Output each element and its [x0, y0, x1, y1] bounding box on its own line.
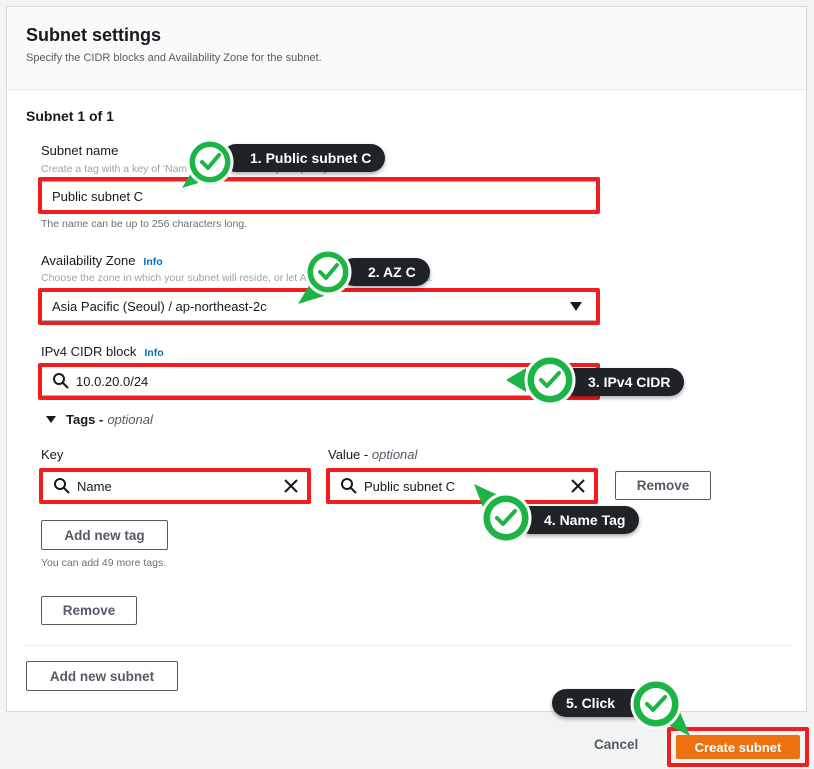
- tag-value-input[interactable]: Public subnet C: [329, 471, 595, 501]
- subnet-name-footer: The name can be up to 256 characters lon…: [41, 218, 248, 230]
- az-value: Asia Pacific (Seoul) / ap-northeast-2c: [52, 298, 267, 314]
- tag-value-label: Value - optional: [328, 447, 417, 462]
- callout-step-4: 4. Name Tag: [516, 506, 640, 534]
- cidr-info-link[interactable]: Info: [144, 347, 163, 359]
- cidr-label-text: IPv4 CIDR block: [41, 344, 137, 359]
- page-description: Specify the CIDR blocks and Availability…: [26, 52, 322, 64]
- cidr-label: IPv4 CIDR block Info: [41, 344, 164, 359]
- cidr-value: 10.0.20.0/24: [76, 373, 149, 389]
- tag-value-optional: optional: [371, 447, 418, 462]
- tag-limit-text: You can add 49 more tags.: [41, 557, 167, 569]
- search-icon: [341, 478, 357, 494]
- caret-down-icon: [46, 416, 56, 423]
- card-header: Subnet settings Specify the CIDR blocks …: [7, 7, 806, 90]
- search-icon: [54, 478, 70, 494]
- tags-optional: optional: [107, 412, 153, 427]
- subnet-name-value: Public subnet C: [52, 188, 144, 204]
- check-icon: [298, 248, 352, 304]
- check-icon: [474, 484, 532, 544]
- add-new-tag-button[interactable]: Add new tag: [41, 520, 168, 550]
- check-icon: [506, 354, 576, 406]
- search-icon: [53, 373, 69, 389]
- subnet-name-label: Subnet name: [41, 143, 119, 158]
- check-icon: [630, 678, 690, 736]
- az-label-text: Availability Zone: [41, 253, 136, 268]
- page-title: Subnet settings: [26, 25, 162, 45]
- subnet-heading: Subnet 1 of 1: [26, 108, 114, 124]
- tag-key-value: Name: [77, 478, 112, 494]
- tag-value-label-text: Value -: [328, 447, 369, 462]
- chevron-down-icon: [570, 302, 582, 311]
- tags-title: Tags -: [66, 412, 104, 427]
- tag-key-input[interactable]: Name: [42, 471, 308, 501]
- remove-tag-button[interactable]: Remove: [615, 471, 711, 500]
- tag-key-label: Key: [41, 447, 64, 462]
- divider: [24, 645, 792, 646]
- check-icon: [182, 138, 234, 188]
- az-label: Availability Zone Info: [41, 253, 163, 268]
- remove-subnet-button[interactable]: Remove: [41, 596, 137, 625]
- az-info-link[interactable]: Info: [143, 256, 162, 268]
- create-subnet-button[interactable]: Create subnet: [676, 735, 800, 759]
- clear-icon[interactable]: [283, 478, 299, 494]
- tag-value-value: Public subnet C: [364, 478, 456, 494]
- callout-step-1: 1. Public subnet C: [222, 144, 386, 172]
- add-new-subnet-button[interactable]: Add new subnet: [26, 661, 178, 691]
- clear-icon[interactable]: [570, 478, 586, 494]
- subnet-name-input[interactable]: Public subnet C: [41, 181, 597, 211]
- tags-expander[interactable]: Tags - optional: [46, 412, 153, 427]
